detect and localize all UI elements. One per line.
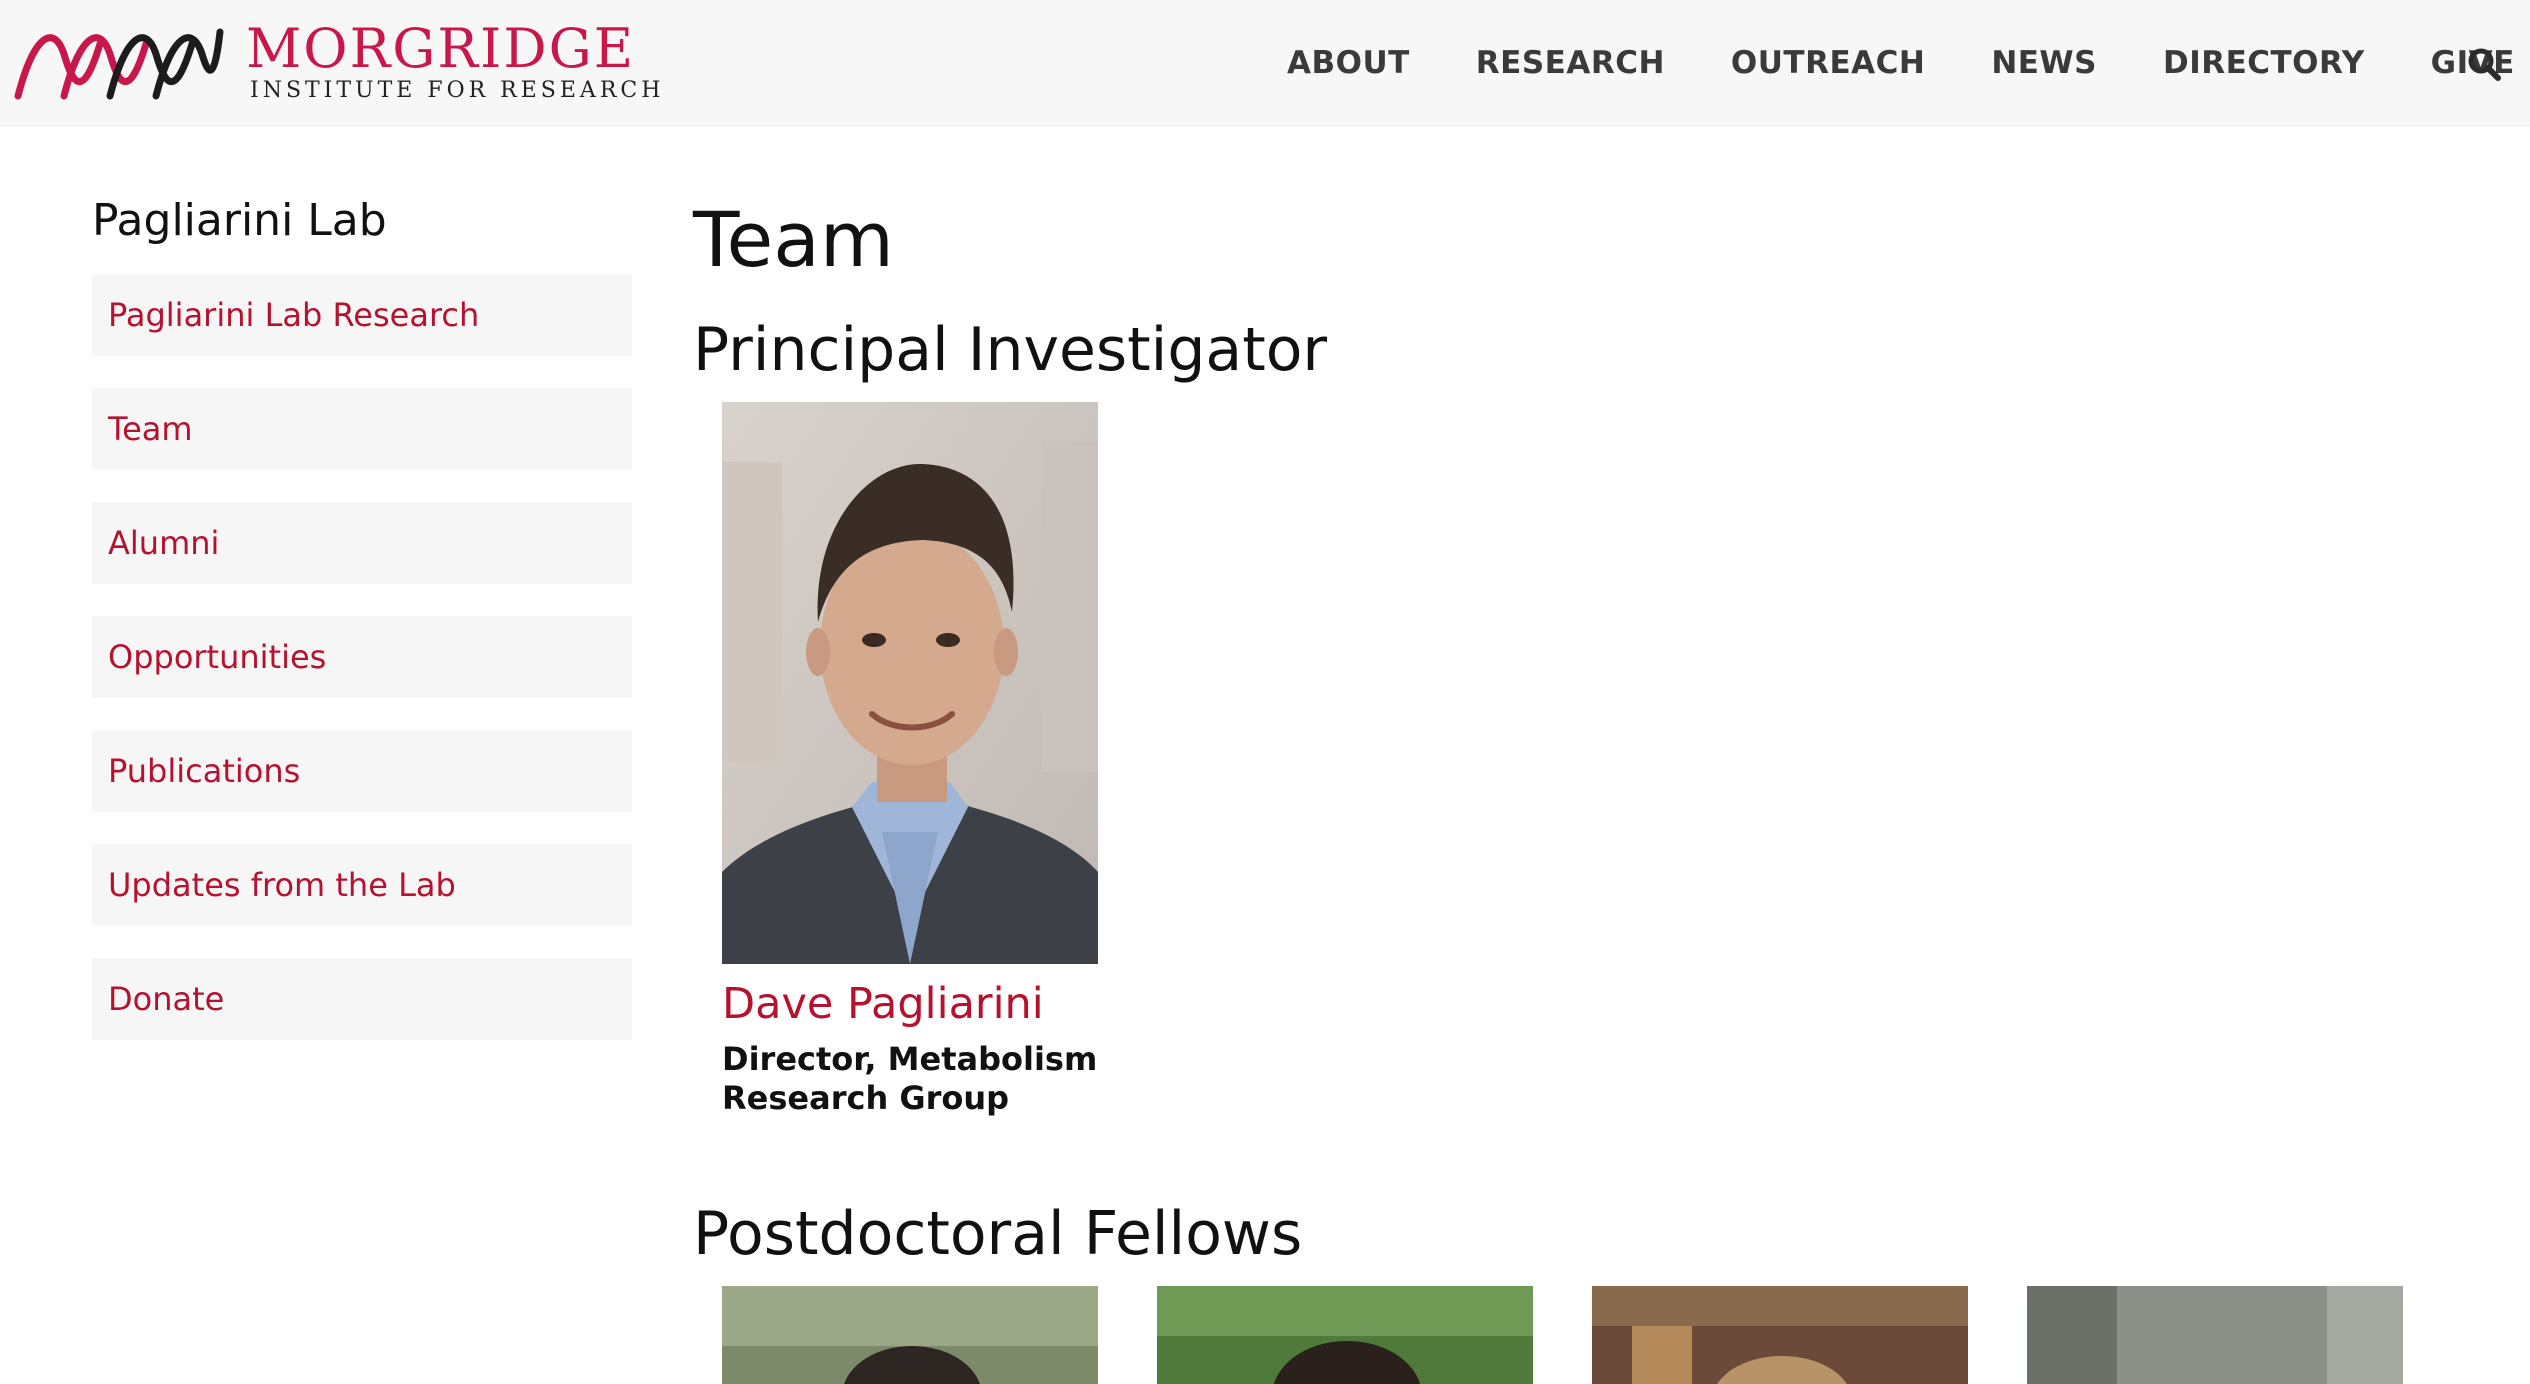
sidebar-nav: Pagliarini Lab Research Team Alumni Oppo… [92, 274, 632, 1072]
morgridge-logo[interactable]: MORGRIDGE INSTITUTE FOR RESEARCH [14, 17, 660, 108]
postdoc-photo-4[interactable] [2027, 1286, 2403, 1384]
postdoc-photo-row [0, 1286, 2530, 1384]
sidebar-item-team[interactable]: Team [92, 388, 632, 470]
nav-item-directory[interactable]: DIRECTORY [2163, 45, 2365, 81]
page-title: Team [693, 195, 894, 284]
postdoc-photo-3[interactable] [1592, 1286, 1968, 1384]
sidebar-item-donate[interactable]: Donate [92, 958, 632, 1040]
main-nav: ABOUT RESEARCH OUTREACH NEWS DIRECTORY G… [1287, 38, 2515, 88]
pi-name-link[interactable]: Dave Pagliarini [722, 976, 1102, 1032]
nav-item-outreach[interactable]: OUTREACH [1731, 45, 1925, 81]
nav-item-about[interactable]: ABOUT [1287, 45, 1410, 81]
pi-heading: Principal Investigator [693, 315, 1328, 385]
nav-item-news[interactable]: NEWS [1991, 45, 2097, 81]
pi-card: Dave Pagliarini Director, Metabolism Res… [722, 402, 1102, 1118]
sidebar-item-opportunities[interactable]: Opportunities [92, 616, 632, 698]
pi-role: Director, Metabolism Research Group [722, 1040, 1098, 1117]
site-header: MORGRIDGE INSTITUTE FOR RESEARCH ABOUT R… [0, 0, 2530, 126]
sidebar-item-alumni[interactable]: Alumni [92, 502, 632, 584]
logo-mark-icon [14, 28, 224, 100]
postdoc-heading: Postdoctoral Fellows [693, 1199, 1303, 1269]
sidebar-title: Pagliarini Lab [92, 195, 387, 246]
postdoc-photo-2[interactable] [1157, 1286, 1533, 1384]
postdoc-photo-1[interactable] [722, 1286, 1098, 1384]
logo-tagline: INSTITUTE FOR RESEARCH [250, 78, 665, 103]
sidebar-item-updates[interactable]: Updates from the Lab [92, 844, 632, 926]
nav-item-research[interactable]: RESEARCH [1476, 45, 1665, 81]
sidebar-item-research[interactable]: Pagliarini Lab Research [92, 274, 632, 356]
logo-wordmark: MORGRIDGE [246, 17, 636, 80]
pi-photo[interactable] [722, 402, 1098, 964]
search-icon[interactable] [2466, 46, 2502, 82]
sidebar-item-publications[interactable]: Publications [92, 730, 632, 812]
